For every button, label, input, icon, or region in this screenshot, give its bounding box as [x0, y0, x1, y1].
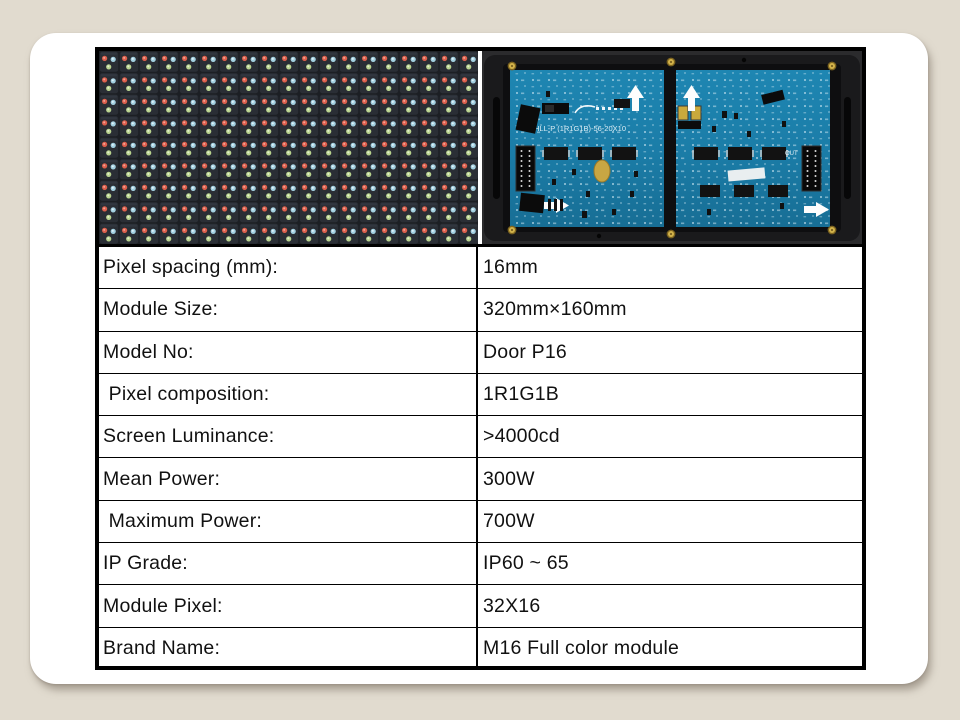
spec-value: 16mm: [478, 247, 862, 288]
ic-chip-row: [542, 147, 638, 160]
spec-value: M16 Full color module: [478, 628, 862, 669]
spec-value: 320mm×160mm: [478, 289, 862, 330]
ic-chip-row: [692, 147, 788, 160]
spec-value: Door P16: [478, 332, 862, 373]
spec-label: Brand Name:: [99, 628, 478, 669]
table-row: Mean Power: 300W: [99, 457, 862, 499]
table-row: Model No: Door P16: [99, 331, 862, 373]
table-row: Pixel composition: 1R1G1B: [99, 373, 862, 415]
spec-value: >4000cd: [478, 416, 862, 457]
led-matrix-image: [99, 51, 478, 244]
ic-chip-row: [700, 185, 788, 197]
table-row: Pixel spacing (mm): 16mm: [99, 247, 862, 288]
table-row: Screen Luminance: >4000cd: [99, 415, 862, 457]
spec-label: Pixel spacing (mm):: [99, 247, 478, 288]
spec-table: Pixel spacing (mm): 16mm Module Size: 32…: [99, 244, 862, 669]
pcb-out-label: OUT: [785, 151, 798, 157]
spec-value: 700W: [478, 501, 862, 542]
spec-value: 300W: [478, 458, 862, 499]
table-row: Brand Name: M16 Full color module: [99, 627, 862, 669]
table-row: Module Pixel: 32X16: [99, 584, 862, 626]
pcb-image: HLL-P (1R1G1B)-56-20X10: [482, 51, 862, 244]
spec-label: Mean Power:: [99, 458, 478, 499]
product-images: HLL-P (1R1G1B)-56-20X10: [99, 51, 862, 244]
pcb-back-photo: HLL-P (1R1G1B)-56-20X10: [482, 51, 862, 244]
spec-value: IP60 ~ 65: [478, 543, 862, 584]
table-row: IP Grade: IP60 ~ 65: [99, 542, 862, 584]
spec-label: Pixel composition:: [99, 374, 478, 415]
table-row: Maximum Power: 700W: [99, 500, 862, 542]
spec-label: IP Grade:: [99, 543, 478, 584]
gold-sticker: [594, 160, 610, 182]
spec-value: 32X16: [478, 585, 862, 626]
pcb-model-label: HLL-P (1R1G1B)-56-20X10: [534, 124, 626, 133]
spec-value: 1R1G1B: [478, 374, 862, 415]
spec-label: Module Size:: [99, 289, 478, 330]
product-spec-panel: HLL-P (1R1G1B)-56-20X10: [95, 47, 866, 670]
spec-label: Screen Luminance:: [99, 416, 478, 457]
spec-label: Model No:: [99, 332, 478, 373]
spec-label: Maximum Power:: [99, 501, 478, 542]
led-module-front-photo: [99, 51, 478, 244]
led-pixel-grid: [99, 51, 478, 244]
spec-label: Module Pixel:: [99, 585, 478, 626]
table-row: Module Size: 320mm×160mm: [99, 288, 862, 330]
slide-card: HLL-P (1R1G1B)-56-20X10: [30, 33, 928, 684]
